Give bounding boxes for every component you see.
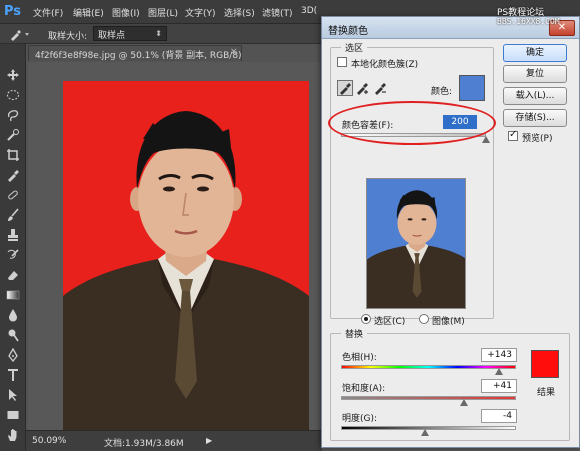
lightness-slider-thumb[interactable] [421,429,429,436]
photoshop-logo: Ps [4,4,22,19]
dodge-tool-icon[interactable] [6,328,20,342]
crop-tool-icon[interactable] [6,148,20,162]
result-color-swatch[interactable] [531,350,559,378]
selected-color-swatch[interactable] [459,75,485,101]
preview-label: 预览(P) [522,134,553,144]
eyedropper-icon[interactable] [337,80,353,96]
view-selection-radio[interactable] [361,314,371,324]
eyedropper-minus-icon[interactable] [373,80,389,96]
fuzziness-slider-thumb[interactable] [482,136,490,143]
document-tab[interactable]: 4f2f6f3e8f98e.jpg @ 50.1% (背景 副本, RGB/8)… [28,45,242,61]
fuzziness-input[interactable]: 200 [443,115,477,129]
document-photo[interactable] [63,81,309,431]
sample-size-label: 取样大小: [48,32,88,42]
menu-layer[interactable]: 图层(L) [148,6,178,19]
eyedropper-tool-icon[interactable] [6,168,20,182]
type-tool-icon[interactable] [6,368,20,382]
hue-label: 色相(H): [342,353,377,363]
save-button[interactable]: 存储(S)... [503,109,567,127]
eyedropper-plus-icon[interactable] [355,80,371,96]
watermark-url: BBS.16XX8.COM [497,17,560,26]
play-icon[interactable]: ▶ [206,436,212,445]
move-tool-icon[interactable] [6,68,20,82]
hue-slider-thumb[interactable] [494,368,503,375]
brush-tool-icon[interactable] [6,208,20,222]
lightness-input[interactable]: -4 [481,409,517,423]
menu-edit[interactable]: 编辑(E) [73,6,104,19]
close-icon[interactable]: × [230,47,238,57]
fuzziness-label: 颜色容差(F): [342,121,394,131]
sample-size-value: 取样点 [98,31,126,41]
reset-button[interactable]: 复位 [503,65,567,83]
quick-selection-tool-icon[interactable] [6,128,20,142]
replace-color-dialog: 替换颜色 ✕ 选区 本地化颜色簇(Z) 颜色: 颜色容差(F): 200 选区(… [321,16,580,448]
eyedropper-tool-preset-icon[interactable] [8,27,34,41]
selection-group-title: 选区 [341,41,368,54]
preview-checkbox[interactable] [508,129,518,141]
color-label: 颜色: [431,87,453,97]
status-bar: 50.09% 文档:1.93M/3.86M ▶ [26,430,322,451]
path-selection-tool-icon[interactable] [6,388,20,402]
dialog-title: 替换颜色 [328,26,368,37]
replacement-group: 替换 色相(H): +143 饱和度(A): +41 明度(G): -4 结果 [330,327,570,441]
ok-button[interactable]: 确定 [503,44,567,62]
portrait-image [63,81,309,431]
view-image-label: 图像(M) [432,317,465,327]
document-tab-title: 4f2f6f3e8f98e.jpg @ 50.1% (背景 副本, RGB/8)… [35,51,242,61]
view-image-radio[interactable] [419,314,429,324]
load-button[interactable]: 载入(L)... [503,87,567,105]
localized-color-clusters-checkbox[interactable] [337,57,347,67]
eraser-tool-icon[interactable] [6,268,20,282]
preview-portrait-image [367,179,465,308]
sample-size-select[interactable]: 取样点 ⬍ [93,26,167,41]
pen-tool-icon[interactable] [6,348,20,362]
lightness-label: 明度(G): [342,414,378,424]
hue-slider-track[interactable] [341,365,516,369]
document-size: 文档:1.93M/3.86M [104,439,184,449]
menu-image[interactable]: 图像(I) [112,6,140,19]
history-brush-tool-icon[interactable] [6,248,20,262]
selection-preview [366,178,466,309]
rectangle-tool-icon[interactable] [6,408,20,422]
selection-group: 选区 本地化颜色簇(Z) 颜色: 颜色容差(F): 200 选区(C) 图像(M… [330,41,494,327]
replacement-group-title: 替换 [341,327,368,340]
blur-tool-icon[interactable] [6,308,20,322]
healing-brush-tool-icon[interactable] [6,188,20,202]
view-selection-label: 选区(C) [374,317,406,327]
saturation-input[interactable]: +41 [481,379,517,393]
localized-color-clusters-label: 本地化颜色簇(Z) [351,60,419,70]
result-label: 结果 [537,388,556,398]
gradient-tool-icon[interactable] [6,288,20,302]
saturation-slider-thumb[interactable] [459,399,468,406]
fuzziness-slider-track[interactable] [341,133,486,137]
chevron-down-icon: ⬍ [155,29,162,38]
zoom-level[interactable]: 50.09% [32,436,66,446]
menu-type[interactable]: 文字(Y) [185,6,216,19]
hand-tool-icon[interactable] [6,428,20,442]
menu-file[interactable]: 文件(F) [33,6,63,19]
menu-filter[interactable]: 滤镜(T) [262,6,293,19]
lasso-tool-icon[interactable] [6,108,20,122]
saturation-label: 饱和度(A): [342,384,386,394]
menu-3d[interactable]: 3D( [301,6,317,16]
clone-stamp-tool-icon[interactable] [6,228,20,242]
saturation-slider-track[interactable] [341,396,516,400]
marquee-tool-icon[interactable] [6,88,20,102]
menu-select[interactable]: 选择(S) [224,6,255,19]
hue-input[interactable]: +143 [481,348,517,362]
tools-panel [0,44,26,451]
